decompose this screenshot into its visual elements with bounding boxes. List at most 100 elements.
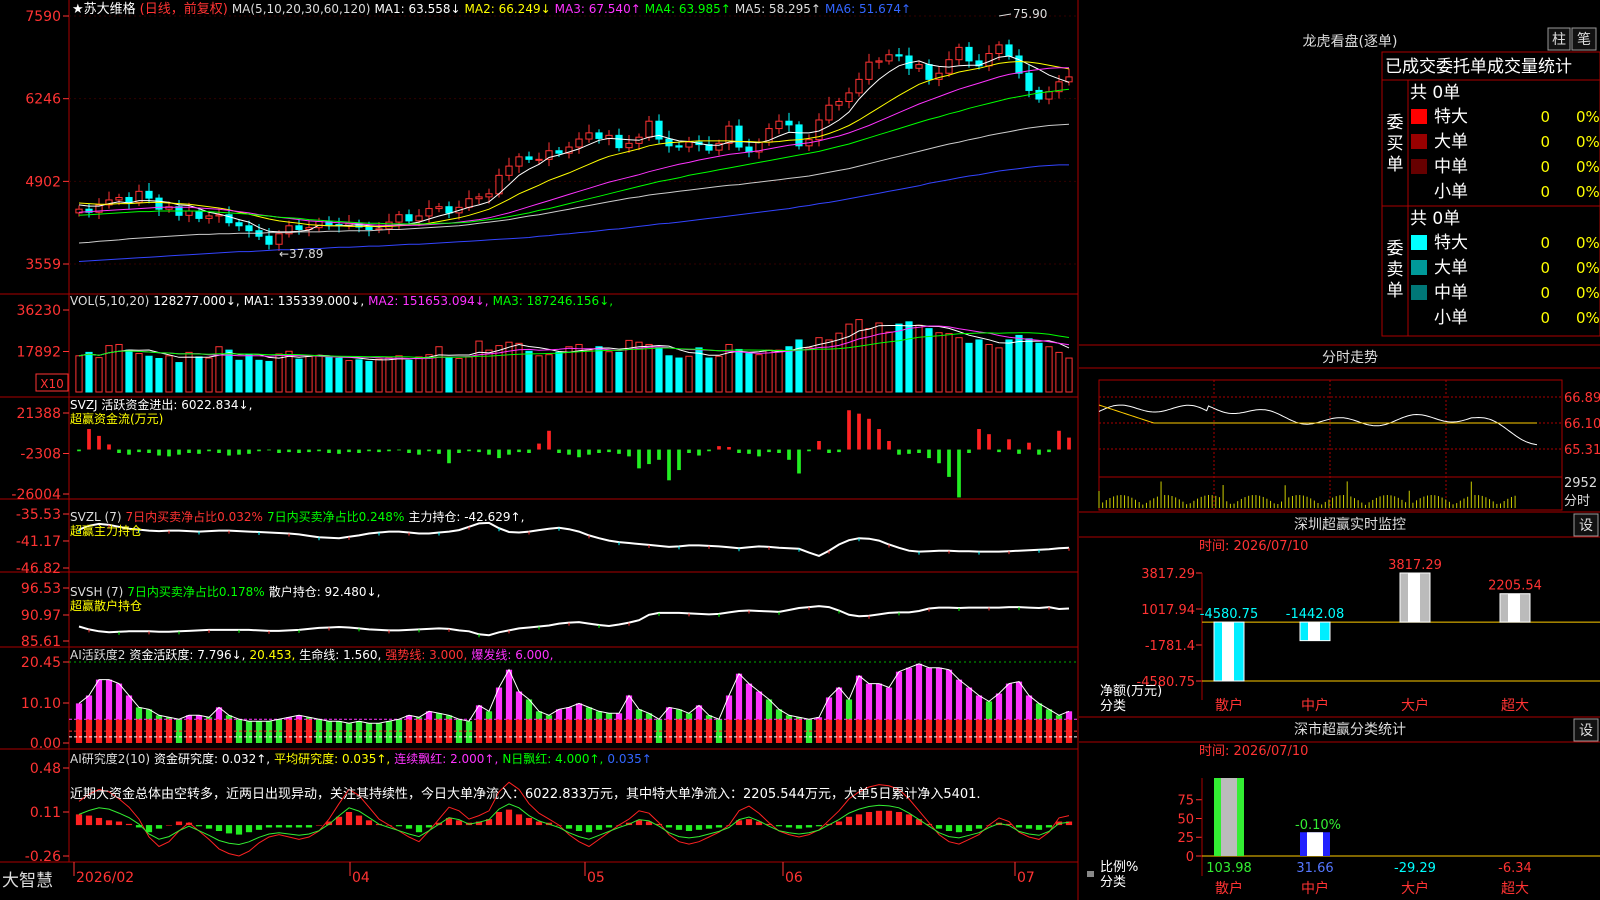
fund-flow-bar-in xyxy=(717,446,721,450)
candle-down xyxy=(125,196,133,203)
research-bar-neg xyxy=(295,825,303,828)
fund-flow-bar-in xyxy=(1027,442,1031,450)
research-bar-neg xyxy=(195,825,203,827)
ai2-item-1: 资金研究度: 0.032↑, xyxy=(154,751,270,766)
sell-total: 共 0单 xyxy=(1410,209,1460,229)
research-bar-pos xyxy=(515,814,523,826)
fenshi-tick-label: 65.31 xyxy=(1564,443,1600,458)
research-bar-neg xyxy=(395,825,403,827)
fund-flow-bar-in xyxy=(867,418,871,450)
classify-time: 时间: 2026/07/10 xyxy=(1199,744,1308,759)
activity-bar-top xyxy=(605,713,613,720)
ma-value-1: MA1: 63.558↓ xyxy=(374,2,460,16)
activity-bar-top xyxy=(1035,703,1043,720)
ma-value-2: MA2: 66.249↓ xyxy=(465,2,551,16)
buy-side-label: 单 xyxy=(1387,155,1404,175)
sell-row-pct: 0% xyxy=(1576,234,1600,252)
research-bar-pos xyxy=(745,819,753,826)
fund-flow-bar-out xyxy=(497,449,501,459)
activity-bar-top xyxy=(945,669,953,720)
candle-down xyxy=(675,145,683,148)
research-bar-pos xyxy=(355,815,363,826)
volume-bar-up xyxy=(205,357,213,393)
research-bar-neg xyxy=(665,825,673,828)
svzj-subtitle: 超赢资金流(万元) xyxy=(70,411,163,426)
kline-chart-area[interactable]: 7590 6246 4902 3559 75.90 ←37.89 ★苏大维格 (日线，前复权)… xyxy=(0,0,1600,900)
fund-flow-bar-out xyxy=(647,449,651,465)
activity-bar-top xyxy=(565,707,573,720)
net-amount-value: 2205.54 xyxy=(1488,579,1542,594)
ma-line-5 xyxy=(78,123,1070,244)
candle-up xyxy=(505,165,513,176)
volume-bar-down xyxy=(1005,339,1013,393)
research-bar-neg xyxy=(775,825,783,827)
activity-bar-top xyxy=(85,695,93,720)
vol-tick-label: 36230 xyxy=(16,303,61,319)
candle-down xyxy=(795,124,803,147)
candle-down xyxy=(405,214,413,222)
monitor-category-label: 大户 xyxy=(1401,697,1429,714)
classify-category-label: 散户 xyxy=(1215,880,1243,897)
buy-row-count: 0 xyxy=(1540,108,1550,126)
volume-bar-down xyxy=(665,355,673,393)
fund-flow-bar-out xyxy=(147,449,151,453)
ratio-value: 31.66 xyxy=(1296,861,1333,876)
candle-up xyxy=(885,54,893,62)
fund-flow-bar-out xyxy=(407,449,411,453)
activity-bar-top xyxy=(915,663,923,720)
classify-tick-label: 0 xyxy=(1186,850,1194,865)
volume-bar-down xyxy=(125,349,133,393)
longhu-header: 已成交委托单成交量统计 xyxy=(1385,57,1572,77)
activity-bar-top xyxy=(105,679,113,720)
volume-bar-up xyxy=(845,323,853,393)
fund-flow-bar-out xyxy=(357,449,361,453)
fund-flow-bar-in xyxy=(727,446,731,450)
sell-row-pct: 0% xyxy=(1576,259,1600,277)
activity-bar-top xyxy=(985,701,993,720)
fund-flow-bar-out xyxy=(767,449,771,453)
activity-bar-top xyxy=(685,713,693,720)
volume-bar-up xyxy=(305,355,313,393)
volume-bar-down xyxy=(595,346,603,393)
candle-up xyxy=(865,61,873,80)
fund-flow-bar-out xyxy=(557,449,561,453)
research-bar-neg xyxy=(225,825,233,834)
candle-up xyxy=(775,120,783,130)
fenshi-vol-label: 分时 xyxy=(1564,494,1590,509)
volume-bar-up xyxy=(285,350,293,393)
svzl-title: SVZL (7) xyxy=(70,510,122,524)
research-bar-pos xyxy=(495,812,503,826)
sell-row-count: 0 xyxy=(1540,259,1550,277)
candle-up xyxy=(185,210,193,216)
buy-row-name: 小单 xyxy=(1434,182,1468,202)
volume-bar-down xyxy=(85,351,93,393)
volume-bar-down xyxy=(195,356,203,393)
volume-bar-up xyxy=(345,360,353,393)
candle-down xyxy=(295,225,303,230)
activity-bar-top xyxy=(865,683,873,720)
ai2-title: AI研究度2(10) xyxy=(70,751,150,766)
monitor-tick-label: -1781.4 xyxy=(1145,639,1195,654)
date-tick-label: 06 xyxy=(785,870,803,886)
volume-bar-up xyxy=(455,358,463,393)
volume-bar-up xyxy=(865,328,873,393)
svzj-tick-label: -26004 xyxy=(11,487,61,503)
research-bar-pos xyxy=(75,814,83,826)
price-tick-label: 3559 xyxy=(25,257,61,273)
fund-flow-bar-out xyxy=(287,449,291,453)
candle-down xyxy=(925,64,933,80)
svzl-ratio-b: 7日内买卖净占比0.248% xyxy=(267,509,404,524)
ai1-tick-label: 0.00 xyxy=(30,736,61,752)
ma-params: MA(5,10,20,30,60,120) xyxy=(232,2,371,16)
fund-flow-bar-out xyxy=(317,449,321,452)
fund-flow-bar-out xyxy=(137,449,141,453)
net-amount-bar-highlight xyxy=(1222,622,1234,681)
stock-title: ★苏大维格 xyxy=(72,1,136,17)
monitor-category-label: 中户 xyxy=(1301,697,1329,714)
volume-bar-down xyxy=(265,360,273,393)
fund-flow-bar-out xyxy=(1047,449,1051,453)
research-bar-neg xyxy=(595,825,603,830)
candle-up xyxy=(575,138,583,148)
ai2-tick-label: -0.26 xyxy=(25,849,61,865)
volume-bar-down xyxy=(555,351,563,393)
